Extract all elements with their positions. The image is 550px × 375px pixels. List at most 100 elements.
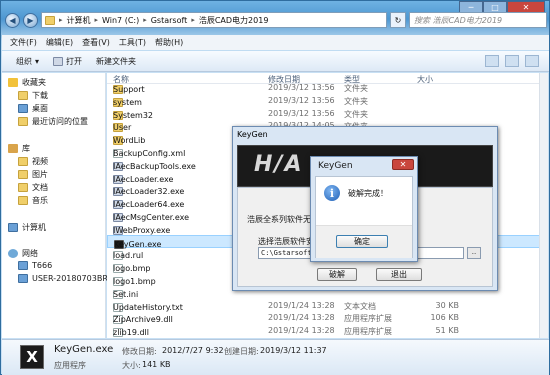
file-name: load.rul [113, 251, 144, 261]
nav-computer[interactable]: 计算机 [8, 222, 46, 233]
file-row[interactable]: ZipArchive9.dll 2019/1/24 13:28 应用程序扩展 106 … [107, 311, 548, 325]
search-input[interactable]: 搜索 浩辰CAD电力2019 [409, 12, 547, 28]
file-name: Support [113, 85, 145, 94]
info-icon: i [324, 185, 340, 201]
preview-pane-icon[interactable] [505, 55, 519, 67]
open-button[interactable]: 打开 [53, 56, 82, 67]
file-name: Set.ini [113, 289, 139, 299]
refresh-icon[interactable]: ↻ [390, 12, 406, 28]
file-size: 30 KB [435, 300, 459, 310]
picture-icon [18, 170, 28, 179]
address-bar-row: ◀ ▶ ▸ 计算机 ▸ Win7 (C:) ▸ Gstarsoft ▸ 浩辰CA… [5, 11, 547, 29]
file-name: User [113, 123, 132, 133]
message-box-footer: 确定 [316, 225, 412, 258]
breadcrumb-current[interactable]: 浩辰CAD电力2019 [199, 15, 269, 26]
back-button[interactable]: ◀ [5, 12, 20, 28]
file-date: 2019/3/12 13:56 [268, 95, 335, 105]
menu-file[interactable]: 文件(F) [10, 37, 37, 48]
address-bar[interactable]: ▸ 计算机 ▸ Win7 (C:) ▸ Gstarsoft ▸ 浩辰CAD电力2… [41, 12, 387, 28]
nav-favorites[interactable]: 收藏夹 [8, 77, 46, 88]
file-type: 应用程序扩展 [344, 327, 392, 337]
forward-button[interactable]: ▶ [23, 12, 38, 28]
nav-libraries[interactable]: 库 [8, 143, 30, 154]
file-type: 文件夹 [344, 96, 368, 106]
nav-downloads[interactable]: 下载 [18, 90, 48, 101]
help-icon[interactable] [525, 55, 539, 67]
file-date: 2019/1/24 13:28 [268, 326, 335, 336]
library-icon [8, 144, 18, 153]
file-row[interactable]: Support 2019/3/12 13:56 文件夹 [107, 81, 548, 94]
file-size: 51 KB [435, 326, 459, 336]
breadcrumb-drive[interactable]: Win7 (C:) [102, 16, 139, 25]
document-icon [18, 183, 28, 192]
vertical-scrollbar[interactable] [539, 73, 548, 338]
file-name: logo.bmp [113, 264, 151, 274]
nav-pictures[interactable]: 图片 [18, 169, 48, 180]
file-name: System32 [113, 110, 154, 120]
menu-bar: 文件(F) 编辑(E) 查看(V) 工具(T) 帮助(H) [2, 35, 549, 50]
file-name: logo1.bmp [113, 277, 156, 286]
keygen-title: KeyGen [237, 130, 268, 139]
chevron-down-icon: ▾ [35, 56, 40, 66]
computer-icon [8, 223, 18, 232]
file-name: WordLib [113, 136, 146, 146]
computer-icon [18, 261, 28, 270]
details-pane: X KeyGen.exe 应用程序 修改日期: 2012/7/27 9:32 创… [2, 339, 549, 375]
details-size-label: 大小: [122, 361, 141, 370]
organize-button[interactable]: 组织 ▾ [16, 56, 39, 67]
ok-button[interactable]: 确定 [336, 235, 388, 248]
nav-host-2[interactable]: USER-20180703BR [18, 274, 108, 283]
file-date: 2019/3/12 13:56 [268, 108, 335, 118]
music-icon [18, 196, 28, 205]
browse-button[interactable]: .. [467, 247, 481, 259]
file-row[interactable]: UpdateHistory.txt 2019/1/24 13:28 文本文档 30 K… [107, 299, 548, 312]
keygen-description: 浩辰全系列软件无限 [247, 215, 319, 224]
new-folder-button[interactable]: 新建文件夹 [96, 56, 136, 67]
exit-button[interactable]: 退出 [376, 268, 422, 281]
menu-help[interactable]: 帮助(H) [155, 37, 183, 48]
view-options-icon[interactable] [485, 55, 499, 67]
keygen-app-icon: X [20, 345, 44, 369]
file-name: IAecMsgCenter.exe [113, 213, 190, 222]
nav-videos[interactable]: 视频 [18, 156, 48, 167]
crack-button[interactable]: 破解 [317, 268, 357, 281]
desktop-icon [18, 104, 28, 113]
nav-documents[interactable]: 文档 [18, 182, 48, 193]
file-name: IAecLoader.exe [113, 174, 174, 184]
file-name: UpdateHistory.txt [113, 302, 183, 312]
file-row[interactable]: System32 2019/3/12 13:56 文件夹 [107, 107, 548, 120]
file-name: zlib19.dll [113, 328, 149, 338]
file-date: 2019/3/12 13:56 [268, 83, 335, 92]
details-created: 2019/3/12 11:37 [260, 346, 327, 355]
nav-desktop[interactable]: 桌面 [18, 103, 48, 114]
message-text: 破解完成！ [348, 189, 388, 198]
details-type: 应用程序 [54, 361, 86, 370]
star-icon [8, 78, 18, 87]
menu-view[interactable]: 查看(V) [82, 37, 110, 48]
file-name: IWebProxy.exe [113, 225, 171, 235]
file-row[interactable]: zlib19.dll 2019/1/24 13:28 应用程序扩展 51 KB [107, 324, 548, 338]
close-icon[interactable]: ✕ [392, 159, 414, 170]
breadcrumb-computer[interactable]: 计算机 [67, 15, 91, 26]
file-name: BackupConfig.xml [113, 149, 186, 158]
file-name: IAecLoader32.exe [113, 187, 185, 197]
details-created-label: 创建日期: [224, 347, 259, 356]
message-box: KeyGen ✕ i 破解完成！ 确定 [310, 156, 418, 262]
nav-music[interactable]: 音乐 [18, 195, 48, 206]
details-modified: 2012/7/27 9:32 [162, 346, 224, 355]
breadcrumb-gstarsoft[interactable]: Gstarsoft [151, 16, 188, 25]
file-type: 文本文档 [344, 301, 376, 311]
file-type: 文件夹 [344, 84, 368, 93]
menu-tools[interactable]: 工具(T) [119, 37, 146, 48]
file-date: 2019/1/24 13:28 [268, 300, 335, 310]
file-row[interactable]: system 2019/3/12 13:56 文件夹 [107, 94, 548, 107]
file-type: 应用程序扩展 [344, 314, 392, 324]
file-name: ZipArchive9.dll [113, 315, 173, 325]
command-bar: 组织 ▾ 打开 新建文件夹 [2, 51, 549, 72]
file-name: IAecBackupTools.exe [113, 161, 196, 171]
nav-recent[interactable]: 最近访问的位置 [18, 116, 88, 127]
nav-network[interactable]: 网络 [8, 248, 38, 259]
nav-host-1[interactable]: T666 [18, 261, 52, 270]
computer-icon [18, 274, 28, 283]
menu-edit[interactable]: 编辑(E) [46, 37, 73, 48]
